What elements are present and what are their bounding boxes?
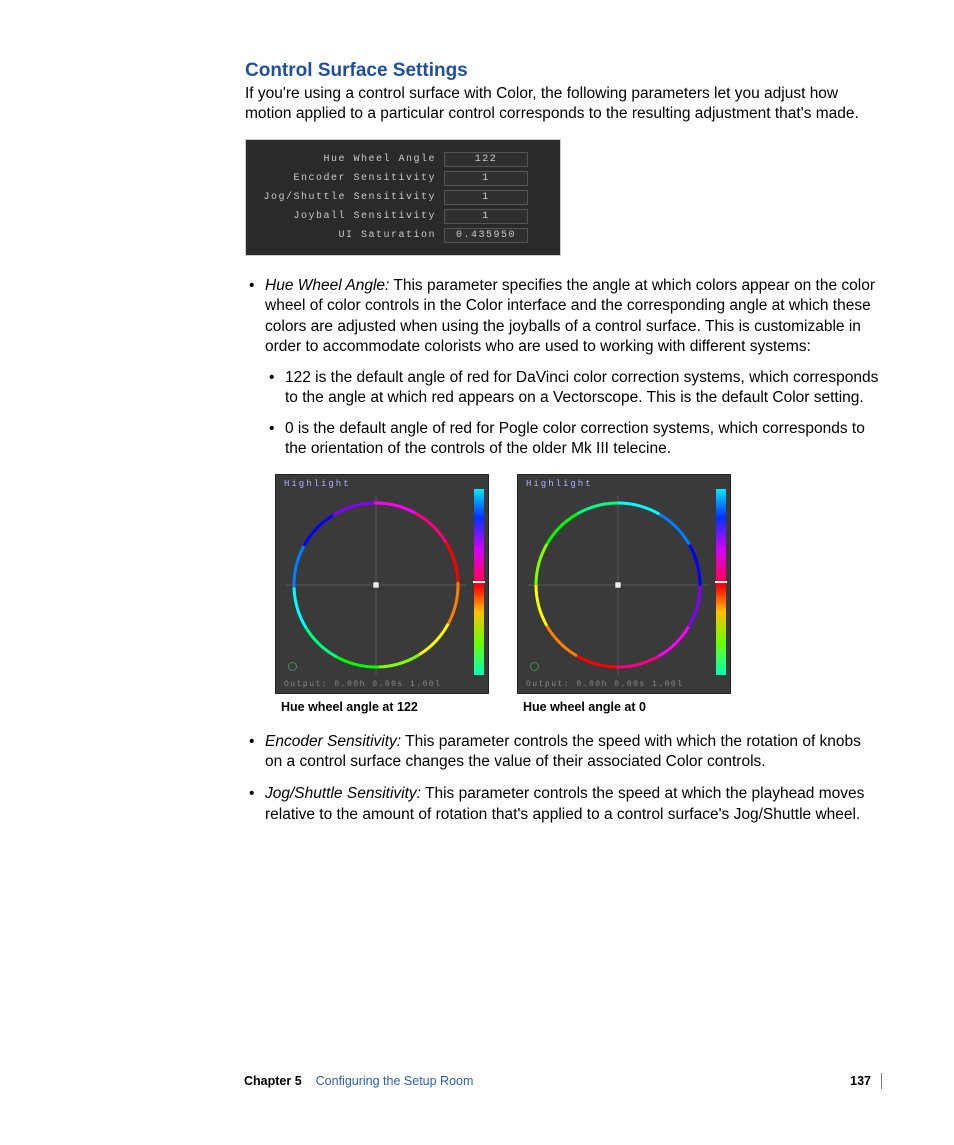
setting-label: Jog/Shuttle Sensitivity [256, 192, 444, 203]
section-heading: Control Surface Settings [245, 60, 880, 82]
highlight-label: Highlight [284, 479, 351, 489]
setting-label: Joyball Sensitivity [256, 211, 444, 222]
hue-slider [716, 489, 726, 675]
hue-wheel-panel-0: Highlight [517, 474, 731, 694]
output-readout: Output: 0.00h 0.00s 1.00l [526, 680, 684, 689]
highlight-label: Highlight [526, 479, 593, 489]
setting-row: Hue Wheel Angle 122 [256, 152, 550, 167]
hue-wheel-icon [286, 495, 466, 675]
reset-dot-icon [530, 662, 539, 671]
setting-value: 1 [444, 190, 528, 205]
wheel-caption-122: Hue wheel angle at 122 [281, 700, 489, 714]
term-encoder: Encoder Sensitivity: [265, 733, 401, 750]
settings-panel: Hue Wheel Angle 122 Encoder Sensitivity … [245, 139, 561, 256]
setting-label: Hue Wheel Angle [256, 154, 444, 165]
wheel-caption-0: Hue wheel angle at 0 [523, 700, 731, 714]
reset-dot-icon [288, 662, 297, 671]
page-footer: Chapter 5 Configuring the Setup Room 137 [244, 1073, 882, 1089]
intro-paragraph: If you're using a control surface with C… [245, 84, 880, 125]
term-jog: Jog/Shuttle Sensitivity: [265, 785, 421, 802]
setting-value: 1 [444, 171, 528, 186]
bullet-hue-wheel: Hue Wheel Angle: This parameter specifie… [245, 276, 880, 460]
hue-wheel-panel-122: Highlight [275, 474, 489, 694]
sub-bullet-122: 122 is the default angle of red for DaVi… [265, 368, 880, 409]
wheel-figures: Highlight [275, 474, 880, 714]
setting-row: Encoder Sensitivity 1 [256, 171, 550, 186]
setting-row: Joyball Sensitivity 1 [256, 209, 550, 224]
bullet-encoder: Encoder Sensitivity: This parameter cont… [245, 732, 880, 773]
hue-wheel-icon [528, 495, 708, 675]
setting-label: UI Saturation [256, 230, 444, 241]
setting-value: 0.435950 [444, 228, 528, 243]
setting-value: 1 [444, 209, 528, 224]
hue-slider [474, 489, 484, 675]
output-readout: Output: 0.00h 0.00s 1.00l [284, 680, 442, 689]
bullet-jog: Jog/Shuttle Sensitivity: This parameter … [245, 784, 880, 825]
setting-row: Jog/Shuttle Sensitivity 1 [256, 190, 550, 205]
setting-label: Encoder Sensitivity [256, 173, 444, 184]
term-hue-wheel: Hue Wheel Angle: [265, 277, 389, 294]
setting-row: UI Saturation 0.435950 [256, 228, 550, 243]
footer-title: Configuring the Setup Room [316, 1074, 474, 1088]
footer-chapter: Chapter 5 [244, 1074, 302, 1088]
sub-bullet-0: 0 is the default angle of red for Pogle … [265, 419, 880, 460]
setting-value: 122 [444, 152, 528, 167]
footer-page-number: 137 [840, 1074, 871, 1088]
